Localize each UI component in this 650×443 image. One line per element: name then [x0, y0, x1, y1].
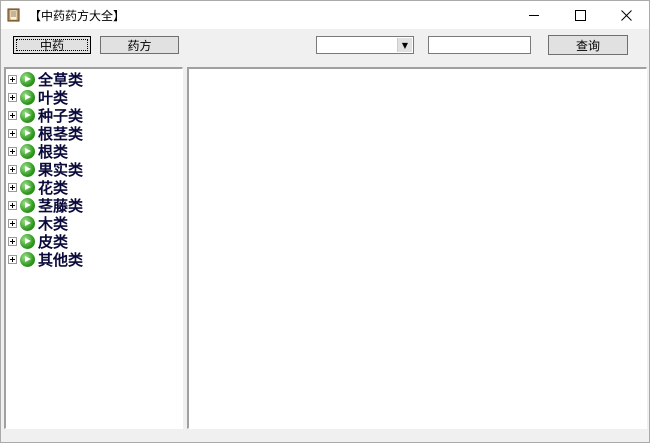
play-icon [20, 143, 35, 159]
tree-item[interactable]: 种子类 [8, 106, 83, 125]
tree-item[interactable]: 根类 [8, 142, 68, 161]
play-icon [20, 125, 35, 141]
maximize-icon [574, 9, 586, 21]
expand-icon[interactable] [8, 128, 17, 138]
play-icon [20, 179, 35, 195]
window-title: 【中药药方大全】 [29, 9, 126, 23]
tree-item[interactable]: 茎藤类 [8, 196, 83, 215]
tree-item[interactable]: 果实类 [8, 160, 83, 179]
tree-item[interactable]: 全草类 [8, 70, 83, 89]
tree-item-label: 其他类 [38, 250, 84, 269]
expand-icon[interactable] [8, 200, 17, 210]
expand-icon[interactable] [8, 254, 17, 264]
detail-panel[interactable] [187, 67, 647, 429]
play-icon [20, 215, 35, 231]
search-button[interactable]: 查询 [548, 35, 628, 55]
tree-item[interactable]: 花类 [8, 178, 68, 197]
expand-icon[interactable] [8, 74, 17, 84]
expand-icon[interactable] [8, 92, 17, 102]
tree-item[interactable]: 根茎类 [8, 124, 83, 143]
play-icon [20, 197, 35, 213]
expand-icon[interactable] [8, 236, 17, 246]
play-icon [20, 233, 35, 249]
expand-icon[interactable] [8, 218, 17, 228]
herb-button[interactable]: 中药 [13, 36, 91, 54]
play-icon [20, 161, 35, 177]
category-dropdown[interactable]: ▼ [316, 36, 414, 54]
maximize-button[interactable] [557, 1, 603, 29]
expand-icon[interactable] [8, 110, 17, 120]
play-icon [20, 251, 35, 267]
tree-item[interactable]: 其他类 [8, 250, 84, 269]
play-icon [20, 71, 35, 87]
tree-item[interactable]: 叶类 [8, 88, 68, 107]
book-icon [6, 7, 22, 23]
expand-icon[interactable] [8, 146, 17, 156]
app-window: 【中药药方大全】 中药 药方 ▼ 查询 全草类 叶类 种子类 根茎类 根类 果实… [0, 0, 650, 443]
title-bar[interactable]: 【中药药方大全】 [1, 1, 649, 29]
play-icon [20, 89, 35, 105]
expand-icon[interactable] [8, 164, 17, 174]
tree-item[interactable]: 木类 [8, 214, 68, 233]
prescription-button[interactable]: 药方 [100, 36, 179, 54]
tree-item[interactable]: 皮类 [8, 232, 68, 251]
search-input[interactable] [428, 36, 531, 54]
expand-icon[interactable] [8, 182, 17, 192]
dropdown-arrow-icon[interactable]: ▼ [397, 38, 412, 52]
minimize-button[interactable] [511, 1, 557, 29]
close-icon [620, 9, 632, 21]
play-icon [20, 107, 35, 123]
minimize-icon [529, 14, 539, 16]
close-button[interactable] [603, 1, 649, 29]
category-tree[interactable]: 全草类 叶类 种子类 根茎类 根类 果实类 花类 茎藤类 木类 皮类 其他类 [4, 67, 183, 429]
